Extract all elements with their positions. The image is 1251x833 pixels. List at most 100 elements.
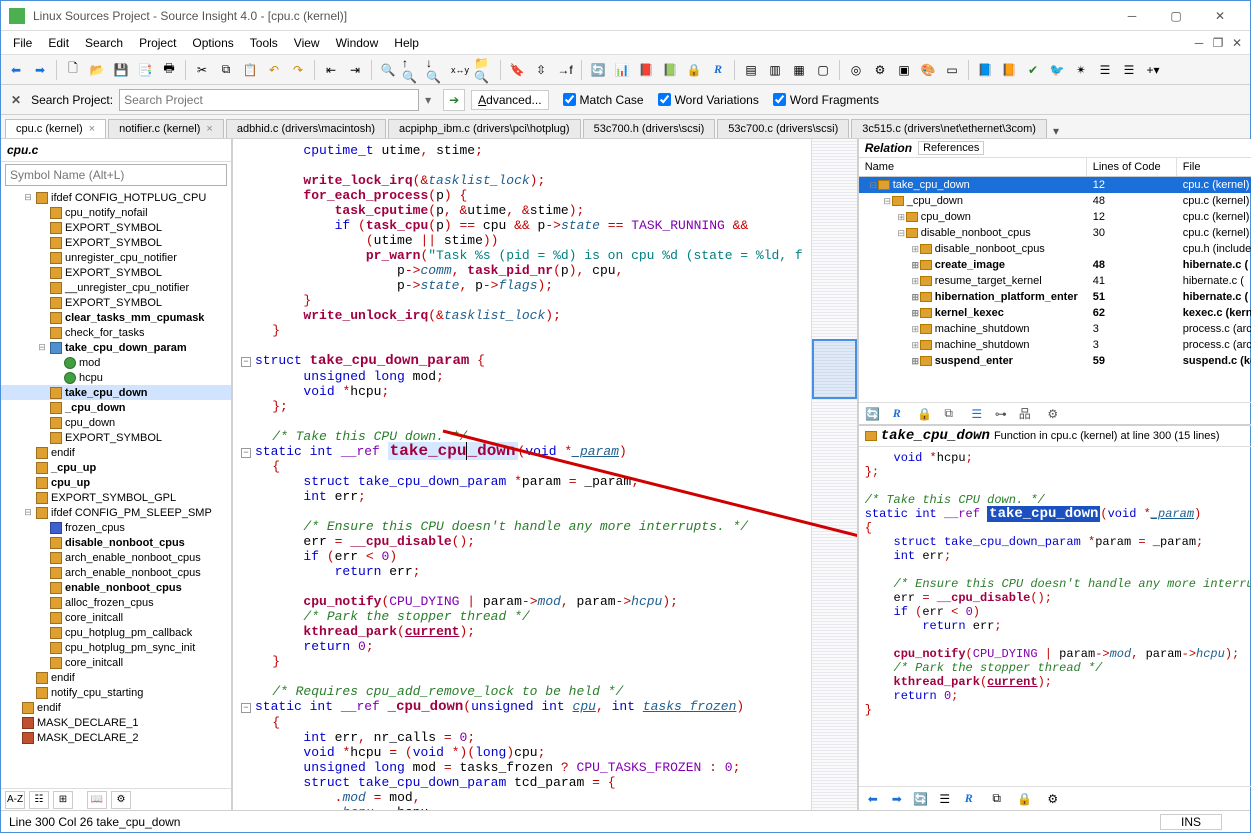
cascade-button[interactable]: ▦: [788, 59, 810, 81]
target-button[interactable]: ◎: [845, 59, 867, 81]
ref1-button[interactable]: 📘: [974, 59, 996, 81]
symbol-tree-item[interactable]: _cpu_up: [1, 460, 231, 475]
rel-r-button[interactable]: R: [887, 405, 907, 423]
symbol-tree-item[interactable]: MASK_DECLARE_2: [1, 730, 231, 745]
menu-help[interactable]: Help: [386, 33, 427, 53]
relation-row[interactable]: ⊞create_image48hibernate.c (: [859, 257, 1251, 273]
menu-edit[interactable]: Edit: [40, 33, 77, 53]
save-button[interactable]: 💾: [110, 59, 132, 81]
tab-53c700-h[interactable]: 53c700.h (drivers\scsi): [583, 119, 716, 138]
tab-3c515-c[interactable]: 3c515.c (drivers\net\ethernet\3com): [851, 119, 1047, 138]
layout-button[interactable]: ▭: [941, 59, 963, 81]
col-file[interactable]: File: [1177, 158, 1251, 176]
ctx-r-button[interactable]: R: [959, 790, 979, 808]
close-search-button[interactable]: ✕: [7, 93, 25, 107]
symbol-tree-item[interactable]: _cpu_down: [1, 400, 231, 415]
cut-button[interactable]: ✂: [191, 59, 213, 81]
tab-acpiphp-ibm-c[interactable]: acpiphp_ibm.c (drivers\pci\hotplug): [388, 119, 581, 138]
ctx-back-button[interactable]: ⬅: [863, 790, 883, 808]
rel-tree-button[interactable]: 品: [1015, 405, 1035, 423]
rel-settings-button[interactable]: ⚙: [1043, 405, 1063, 423]
palette-button[interactable]: 🎨: [917, 59, 939, 81]
save-all-button[interactable]: 📑: [134, 59, 156, 81]
tab-close-icon[interactable]: ×: [89, 123, 95, 135]
rel-copy-button[interactable]: ⧉: [939, 405, 959, 423]
symbol-tree-item[interactable]: cpu_hotplug_pm_sync_init: [1, 640, 231, 655]
symbol-tree-item[interactable]: cpu_notify_nofail: [1, 205, 231, 220]
undo-button[interactable]: ↶: [263, 59, 285, 81]
search-input[interactable]: [119, 89, 419, 111]
symbol-tree-item[interactable]: arch_enable_nonboot_cpus: [1, 565, 231, 580]
relation-row[interactable]: ⊟_cpu_down48cpu.c (kernel): [859, 193, 1251, 209]
tab-close-icon[interactable]: ×: [206, 123, 212, 135]
ctx-settings-button[interactable]: ⚙: [1043, 790, 1063, 808]
symbol-tree-item[interactable]: endif: [1, 700, 231, 715]
rel-graph-button[interactable]: ⊶: [991, 405, 1011, 423]
find-files-button[interactable]: 📁🔍: [473, 59, 495, 81]
symbol-tree-item[interactable]: notify_cpu_starting: [1, 685, 231, 700]
new-file-button[interactable]: 🗋: [62, 59, 84, 81]
symbol-tree-item[interactable]: frozen_cpus: [1, 520, 231, 535]
advanced-button[interactable]: AAdvanced...dvanced...: [471, 90, 548, 110]
tile-v-button[interactable]: ▥: [764, 59, 786, 81]
menu-file[interactable]: File: [5, 33, 40, 53]
symbol-tree-item[interactable]: mod: [1, 355, 231, 370]
relation-row[interactable]: ⊞resume_target_kernel41hibernate.c (: [859, 273, 1251, 289]
symbol-tree-item[interactable]: enable_nonboot_cpus: [1, 580, 231, 595]
symbol-tree-item[interactable]: endif: [1, 445, 231, 460]
ctx-list-button[interactable]: ☰: [935, 790, 955, 808]
relation-row[interactable]: ⊞disable_nonboot_cpuscpu.h (include): [859, 241, 1251, 257]
col-lines[interactable]: Lines of Code: [1087, 158, 1177, 176]
grid-button[interactable]: ▣: [893, 59, 915, 81]
copy-button[interactable]: ⧉: [215, 59, 237, 81]
overview-thumb[interactable]: [812, 339, 857, 399]
mdi-close-button[interactable]: ✕: [1228, 34, 1246, 52]
list2-button[interactable]: ☰: [1118, 59, 1140, 81]
rel-lock-button[interactable]: 🔒: [915, 405, 935, 423]
menu-options[interactable]: Options: [184, 33, 241, 53]
relation-row[interactable]: ⊞cpu_down12cpu.c (kernel): [859, 209, 1251, 225]
bird-icon[interactable]: 🐦: [1046, 59, 1068, 81]
find-next-button[interactable]: ↓🔍: [425, 59, 447, 81]
print-button[interactable]: 🖶: [158, 59, 180, 81]
mdi-restore-button[interactable]: ❐: [1209, 34, 1227, 52]
find-prev-button[interactable]: ↑🔍: [401, 59, 423, 81]
menu-window[interactable]: Window: [328, 33, 387, 53]
maximize-button[interactable]: ▢: [1154, 2, 1198, 30]
ctx-dup-button[interactable]: ⧉: [987, 790, 1007, 808]
nav-forward-button[interactable]: ➡: [29, 59, 51, 81]
symbol-tree-item[interactable]: unregister_cpu_notifier: [1, 250, 231, 265]
symbol-tree-item[interactable]: core_initcall: [1, 610, 231, 625]
symbol-tree-item[interactable]: ⊟take_cpu_down_param: [1, 340, 231, 355]
menu-view[interactable]: View: [286, 33, 328, 53]
symbol-tree-item[interactable]: ⊟ifdef CONFIG_PM_SLEEP_SMP: [1, 505, 231, 520]
check-button[interactable]: ✔: [1022, 59, 1044, 81]
lock-button[interactable]: 🔒: [683, 59, 705, 81]
book1-button[interactable]: 📕: [635, 59, 657, 81]
single-button[interactable]: ▢: [812, 59, 834, 81]
symbol-tree-item[interactable]: endif: [1, 670, 231, 685]
gear-button[interactable]: ⚙: [869, 59, 891, 81]
symbol-tree-item[interactable]: hcpu: [1, 370, 231, 385]
star-button[interactable]: ✴: [1070, 59, 1092, 81]
nav-back-button[interactable]: ⬅: [5, 59, 27, 81]
list1-button[interactable]: ☰: [1094, 59, 1116, 81]
tab-53c700-c[interactable]: 53c700.c (drivers\scsi): [717, 119, 849, 138]
code-editor[interactable]: cputime_t utime, stime; write_lock_irq(&…: [233, 139, 811, 810]
tab-notifier-c[interactable]: notifier.c (kernel)×: [108, 119, 224, 138]
symbol-tree-item[interactable]: cpu_down: [1, 415, 231, 430]
symbol-tree-item[interactable]: EXPORT_SYMBOL: [1, 235, 231, 250]
tab-cpu-c[interactable]: cpu.c (kernel)×: [5, 119, 106, 138]
relation-body[interactable]: ⊟take_cpu_down12cpu.c (kernel)⊟_cpu_down…: [859, 177, 1251, 402]
insert-mode[interactable]: INS: [1160, 814, 1222, 830]
open-file-button[interactable]: 📂: [86, 59, 108, 81]
symbol-tree-item[interactable]: EXPORT_SYMBOL: [1, 220, 231, 235]
symbol-tree-item[interactable]: clear_tasks_mm_cpumask: [1, 310, 231, 325]
menu-project[interactable]: Project: [131, 33, 184, 53]
word-variations-checkbox[interactable]: Word Variations: [658, 93, 759, 107]
relation-row[interactable]: ⊟take_cpu_down12cpu.c (kernel): [859, 177, 1251, 193]
more-button[interactable]: +▾: [1142, 59, 1164, 81]
ctx-sync-button[interactable]: 🔄: [911, 790, 931, 808]
relation-row[interactable]: ⊞machine_shutdown3process.c (arc: [859, 337, 1251, 353]
symbol-tree-item[interactable]: core_initcall: [1, 655, 231, 670]
